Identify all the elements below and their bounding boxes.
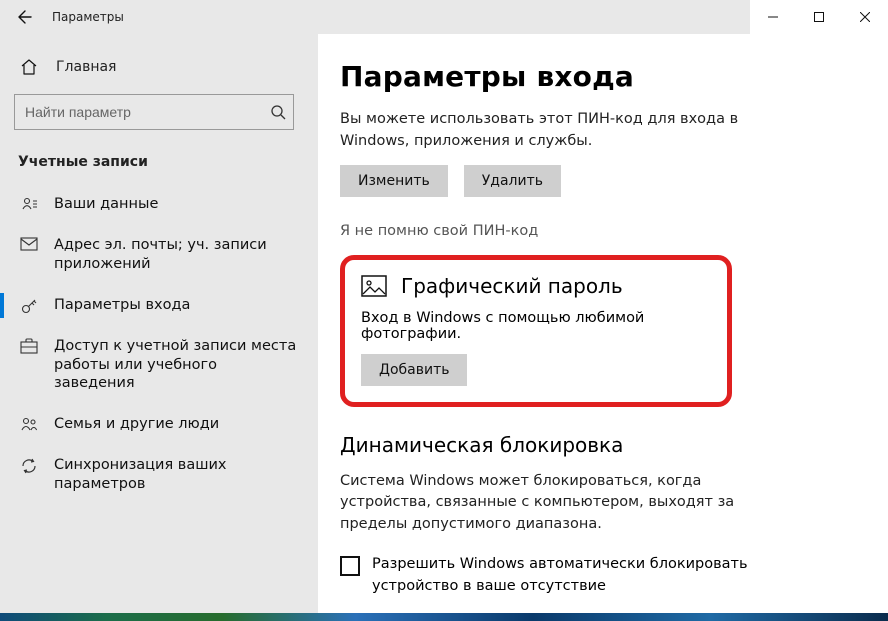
sidebar-item-label: Семья и другие люди <box>54 415 219 434</box>
search-icon <box>270 104 286 120</box>
sidebar-item-label: Синхронизация ваших параметров <box>54 456 300 494</box>
user-icon <box>18 195 40 214</box>
dynamic-lock-checkbox-row: Разрешить Windows автоматически блокиров… <box>340 554 800 598</box>
dynamic-lock-checkbox-label: Разрешить Windows автоматически блокиров… <box>372 554 800 598</box>
pin-description: Вы можете использовать этот ПИН-код для … <box>340 109 780 153</box>
window-title: Параметры <box>42 10 124 24</box>
home-icon <box>20 58 42 76</box>
minimize-button[interactable] <box>750 0 796 34</box>
picture-password-section: Графический пароль Вход в Windows с помо… <box>340 255 732 407</box>
mail-icon <box>18 236 40 251</box>
briefcase-icon <box>18 337 40 354</box>
pin-buttons: Изменить Удалить <box>340 165 848 197</box>
titlebar: Параметры <box>0 0 888 34</box>
sidebar-item-label: Адрес эл. почты; уч. записи приложений <box>54 236 300 274</box>
sidebar-item-your-info[interactable]: Ваши данные <box>14 184 304 225</box>
people-icon <box>18 415 40 432</box>
search-input[interactable] <box>14 94 294 130</box>
dynamic-lock-heading: Динамическая блокировка <box>340 433 848 457</box>
sync-icon <box>18 456 40 475</box>
close-icon <box>860 12 870 22</box>
forgot-pin-link[interactable]: Я не помню свой ПИН-код <box>340 223 848 239</box>
sidebar-home-label: Главная <box>56 59 116 75</box>
sidebar-item-signin-options[interactable]: Параметры входа <box>14 285 304 326</box>
maximize-icon <box>814 12 824 22</box>
taskbar-strip <box>0 613 888 621</box>
sidebar-item-label: Ваши данные <box>54 195 158 214</box>
dynamic-lock-desc: Система Windows может блокироваться, ког… <box>340 471 780 536</box>
back-button[interactable] <box>8 0 42 34</box>
sidebar-item-label: Параметры входа <box>54 296 190 315</box>
picture-password-heading: Графический пароль <box>401 274 623 298</box>
picture-icon <box>361 275 387 297</box>
window-controls <box>750 0 888 34</box>
minimize-icon <box>768 12 778 22</box>
sidebar-item-label: Доступ к учетной записи места работы или… <box>54 337 300 394</box>
sidebar-item-work-access[interactable]: Доступ к учетной записи места работы или… <box>14 326 304 405</box>
key-icon <box>18 296 40 315</box>
picture-password-desc: Вход в Windows с помощью любимой фотогра… <box>361 310 709 342</box>
close-button[interactable] <box>842 0 888 34</box>
sidebar-item-email-accounts[interactable]: Адрес эл. почты; уч. записи приложений <box>14 225 304 285</box>
sidebar-section-title: Учетные записи <box>14 150 304 184</box>
dynamic-lock-checkbox[interactable] <box>340 556 360 576</box>
sidebar-item-sync[interactable]: Синхронизация ваших параметров <box>14 445 304 505</box>
page-title: Параметры входа <box>340 60 848 93</box>
maximize-button[interactable] <box>796 0 842 34</box>
sidebar-home[interactable]: Главная <box>14 52 304 88</box>
content-pane: Параметры входа Вы можете использовать э… <box>318 34 888 613</box>
change-pin-button[interactable]: Изменить <box>340 165 448 197</box>
sidebar: Главная Учетные записи Ваши данные Адрес… <box>0 34 318 613</box>
delete-pin-button[interactable]: Удалить <box>464 165 561 197</box>
back-arrow-icon <box>17 9 33 25</box>
add-picture-password-button[interactable]: Добавить <box>361 354 467 386</box>
search-wrap <box>14 94 304 130</box>
sidebar-item-family[interactable]: Семья и другие люди <box>14 404 304 445</box>
